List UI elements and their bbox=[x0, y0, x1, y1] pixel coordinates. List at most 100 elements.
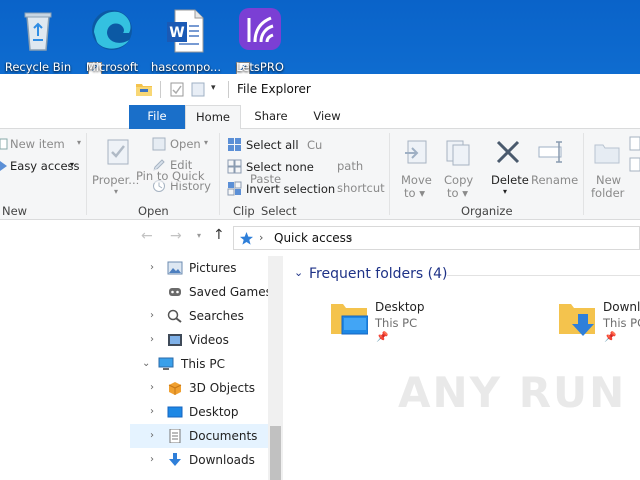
group-label-open: Open bbox=[138, 204, 169, 218]
breadcrumb-separator[interactable]: › bbox=[259, 231, 263, 244]
invert-selection-button[interactable]: Invert selection bbox=[246, 182, 335, 196]
desktop-icon-microsoft-edge[interactable]: ↗ Microsoft bbox=[74, 4, 150, 76]
expand-chevron-icon[interactable]: › bbox=[150, 400, 160, 424]
desktop-folder-icon bbox=[331, 304, 368, 335]
nav-item-downloads[interactable]: › Downloads bbox=[130, 448, 268, 472]
folder-location: This PC bbox=[375, 316, 418, 330]
section-title-frequent-folders[interactable]: Frequent folders (4) bbox=[309, 266, 448, 282]
desktop-icon-label: Microsoft bbox=[85, 60, 139, 74]
desktop-icon-label: LetsPRO bbox=[236, 60, 284, 74]
nav-item-documents[interactable]: › Documents bbox=[130, 424, 268, 448]
up-button[interactable]: ↑ bbox=[213, 227, 225, 243]
copy-path-button[interactable]: path bbox=[337, 159, 363, 173]
invert-selection-icon bbox=[227, 181, 242, 196]
copy-to-button[interactable]: Copy bbox=[444, 173, 473, 187]
properties-button[interactable]: Proper... bbox=[92, 173, 139, 187]
nav-item-saved-games[interactable]: Saved Games bbox=[130, 280, 272, 304]
this-pc-icon bbox=[158, 357, 174, 370]
breadcrumb-separator[interactable]: › bbox=[348, 231, 352, 244]
back-button[interactable]: ← bbox=[141, 228, 153, 244]
saved-games-icon bbox=[169, 288, 181, 296]
forward-button[interactable]: → bbox=[170, 228, 182, 244]
new-item-overflow-icon bbox=[629, 136, 640, 172]
section-divider bbox=[447, 275, 640, 276]
tab-file[interactable]: File bbox=[129, 105, 185, 129]
group-label-clipboard: Clip bbox=[233, 204, 255, 218]
scrollbar-thumb[interactable] bbox=[270, 426, 281, 480]
expand-chevron-icon[interactable]: › bbox=[150, 304, 160, 328]
group-label-select: Select bbox=[261, 204, 297, 218]
nav-item-desktop[interactable]: › Desktop bbox=[130, 400, 268, 424]
new-folder-quick-icon[interactable] bbox=[191, 82, 205, 97]
desktop-icon-label: Recycle Bin bbox=[4, 60, 72, 74]
pin-icon: 📌 bbox=[604, 332, 617, 343]
nav-item-videos[interactable]: › Videos bbox=[130, 328, 268, 352]
desktop-icon-recycle-bin[interactable]: Recycle Bin bbox=[0, 4, 76, 76]
tab-share[interactable]: Share bbox=[245, 105, 297, 129]
desktop-icon-hascompo[interactable]: W hascompo... bbox=[148, 4, 224, 76]
tab-home[interactable]: Home bbox=[185, 105, 241, 130]
cut-button[interactable]: Cu bbox=[307, 138, 322, 152]
folder-name: Downlo bbox=[603, 300, 640, 314]
move-to-label-line2: to bbox=[404, 186, 416, 200]
expand-chevron-icon[interactable]: › bbox=[150, 376, 160, 400]
navigation-pane-scrollbar[interactable] bbox=[268, 256, 283, 480]
search-icon bbox=[167, 309, 182, 323]
expand-chevron-icon[interactable]: › bbox=[150, 256, 160, 280]
group-label-organize: Organize bbox=[461, 204, 513, 218]
nav-item-this-pc[interactable]: ⌄ This PC bbox=[130, 352, 268, 376]
address-bar[interactable]: › Quick access › bbox=[233, 226, 640, 250]
breadcrumb-quick-access[interactable]: Quick access bbox=[274, 231, 352, 245]
expand-chevron-icon[interactable]: › bbox=[150, 424, 160, 448]
group-label-new: New bbox=[2, 204, 28, 218]
downloads-icon bbox=[169, 453, 181, 466]
window-title: File Explorer bbox=[237, 82, 311, 96]
delete-icon bbox=[496, 140, 520, 164]
expand-chevron-icon[interactable]: › bbox=[150, 328, 160, 352]
select-none-icon bbox=[227, 159, 242, 174]
nav-item-label: Saved Games bbox=[189, 285, 272, 299]
nav-item-label: Searches bbox=[189, 309, 244, 323]
title-bar: ▾ File Explorer bbox=[0, 74, 640, 105]
nav-item-label: 3D Objects bbox=[189, 381, 256, 395]
section-collapse-chevron-icon[interactable]: ⌄ bbox=[294, 266, 303, 279]
new-item-icon bbox=[0, 138, 8, 150]
rename-button[interactable]: Rename bbox=[531, 173, 578, 187]
open-button[interactable]: Open bbox=[170, 137, 201, 151]
nav-item-label: Documents bbox=[189, 429, 258, 443]
nav-item-pictures[interactable]: › Pictures bbox=[130, 256, 268, 280]
copy-to-label-line2: to bbox=[447, 186, 459, 200]
new-folder-button[interactable]: New bbox=[596, 173, 621, 187]
pin-icon: 📌 bbox=[376, 332, 389, 343]
quick-access-star-icon bbox=[240, 232, 253, 245]
properties-quick-icon[interactable] bbox=[170, 82, 184, 97]
pictures-icon bbox=[167, 261, 183, 275]
pin-to-quick-access-button[interactable]: Pin to Quick bbox=[136, 169, 205, 183]
move-to-button[interactable]: Move bbox=[401, 173, 432, 187]
select-all-button[interactable]: Select all bbox=[246, 138, 299, 152]
quick-access-toolbar-dropdown[interactable]: ▾ bbox=[211, 83, 216, 93]
collapse-chevron-icon[interactable]: ⌄ bbox=[142, 352, 152, 376]
properties-icon bbox=[107, 139, 129, 165]
tab-view[interactable]: View bbox=[302, 105, 352, 129]
nav-item-label: Downloads bbox=[189, 453, 255, 467]
downloads-folder-icon bbox=[559, 304, 595, 336]
nav-item-label: Desktop bbox=[189, 405, 239, 419]
delete-button[interactable]: Delete bbox=[491, 173, 529, 187]
new-item-button[interactable]: New item bbox=[10, 137, 65, 151]
nav-item-searches[interactable]: › Searches bbox=[130, 304, 268, 328]
expand-chevron-icon[interactable]: › bbox=[150, 448, 160, 472]
easy-access-icon bbox=[0, 161, 7, 171]
recent-locations-button[interactable]: ▾ bbox=[197, 231, 201, 240]
paste-shortcut-button[interactable]: shortcut bbox=[337, 181, 385, 195]
select-all-icon bbox=[228, 138, 241, 151]
word-document-icon: W bbox=[167, 9, 204, 53]
documents-icon bbox=[169, 429, 181, 443]
nav-item-label: This PC bbox=[181, 357, 225, 371]
desktop-icon-letspro[interactable]: ↗ LetsPRO bbox=[222, 4, 298, 76]
edge-icon bbox=[92, 10, 132, 50]
rename-icon bbox=[538, 141, 562, 163]
3d-objects-icon bbox=[168, 382, 182, 395]
ribbon-home: New item ▾ Easy access ▾ New Proper... ▾… bbox=[0, 129, 640, 220]
nav-item-3d-objects[interactable]: › 3D Objects bbox=[130, 376, 268, 400]
